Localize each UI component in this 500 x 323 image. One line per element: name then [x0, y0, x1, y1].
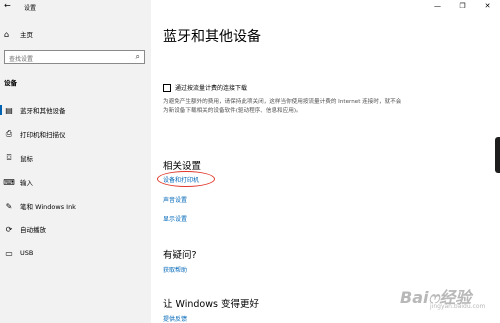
search-input[interactable]: 查找设置 ⌕ — [4, 50, 145, 64]
window-title: 设置 — [24, 5, 37, 12]
sidebar-item-label: 输入 — [20, 179, 33, 187]
search-placeholder: 查找设置 — [9, 56, 34, 63]
bluetooth-devices-icon: ▤ — [5, 105, 13, 115]
metered-download-checkbox[interactable] — [163, 83, 171, 92]
page-title: 蓝牙和其他设备 — [163, 29, 261, 45]
keyboard-icon: ⌨ — [3, 177, 15, 187]
close-icon[interactable]: ✕ — [475, 0, 500, 14]
feedback-link[interactable]: 提供反馈 — [163, 314, 187, 323]
sidebar-item-printers[interactable]: ⎙ 打印机和扫描仪 — [0, 127, 151, 141]
sidebar-item-label: 笔和 Windows Ink — [20, 203, 76, 211]
display-settings-link[interactable]: 显示设置 — [163, 214, 187, 223]
related-settings-heading: 相关设置 — [163, 161, 202, 172]
improve-windows-heading: 让 Windows 变得更好 — [163, 299, 259, 310]
printer-icon: ⎙ — [5, 129, 13, 138]
window-controls: — ❐ ✕ — [425, 0, 500, 14]
sidebar-item-label: 打印机和扫描仪 — [20, 131, 66, 139]
sidebar-item-usb[interactable]: ▭ USB — [0, 246, 151, 260]
back-arrow-icon[interactable]: ← — [4, 1, 11, 10]
devices-printers-link[interactable]: 设备和打印机 — [163, 175, 199, 184]
metered-download-label: 通过按流量计费的连接下载 — [175, 85, 248, 92]
get-help-link[interactable]: 获取帮助 — [163, 265, 187, 274]
sidebar-item-label: 鼠标 — [20, 155, 33, 163]
maximize-icon[interactable]: ❐ — [450, 0, 475, 14]
sidebar-section-devices: 设备 — [4, 79, 17, 87]
minimize-icon[interactable]: — — [425, 0, 450, 14]
sidebar-item-label: USB — [20, 249, 34, 257]
pen-icon: ✎ — [5, 201, 13, 211]
sidebar-item-pen[interactable]: ✎ 笔和 Windows Ink — [0, 199, 151, 213]
sidebar-item-label: 蓝牙和其他设备 — [20, 107, 66, 115]
metered-download-option[interactable]: 通过按流量计费的连接下载 — [163, 83, 247, 92]
question-heading: 有疑问? — [163, 250, 197, 261]
baidu-watermark-url: jingyan.baidu.com — [430, 303, 486, 310]
usb-icon: ▭ — [5, 248, 13, 258]
sidebar-item-mouse[interactable]: ⌼ 鼠标 — [0, 151, 151, 165]
main-content — [151, 0, 500, 323]
metered-description: 为避免产生额外的费用，请保持此项关闭，这样当你使用按流量计费的 Internet… — [163, 99, 402, 114]
sidebar-item-input[interactable]: ⌨ 输入 — [0, 175, 151, 189]
scroll-tab[interactable] — [495, 137, 500, 173]
sidebar: ← 设置 ⌂ 主页 查找设置 ⌕ 设备 ▤ 蓝牙和其他设备 ⎙ 打印机和扫描仪 … — [0, 0, 151, 323]
autoplay-icon: ⟳ — [5, 224, 13, 234]
search-icon[interactable]: ⌕ — [136, 52, 140, 62]
home-button[interactable]: ⌂ 主页 — [4, 28, 33, 40]
home-label: 主页 — [20, 31, 33, 39]
sound-settings-link[interactable]: 声音设置 — [163, 195, 187, 204]
sidebar-item-label: 自动播放 — [20, 226, 46, 234]
mouse-icon: ⌼ — [6, 153, 12, 162]
home-icon: ⌂ — [4, 29, 10, 39]
sidebar-item-autoplay[interactable]: ⟳ 自动播放 — [0, 222, 151, 236]
sidebar-item-bluetooth[interactable]: ▤ 蓝牙和其他设备 — [0, 103, 151, 117]
